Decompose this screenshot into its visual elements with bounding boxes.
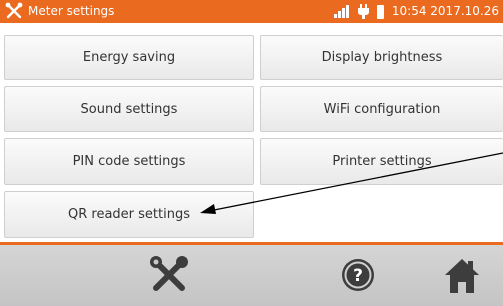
- plug-icon: [357, 4, 369, 19]
- clock: 10:54 2017.10.26: [391, 4, 499, 18]
- home-icon[interactable]: [444, 257, 480, 295]
- wifi-configuration-button[interactable]: WiFi configuration: [260, 86, 503, 132]
- sound-settings-button[interactable]: Sound settings: [4, 86, 254, 132]
- energy-saving-button[interactable]: Energy saving: [4, 35, 254, 80]
- svg-text:?: ?: [353, 266, 363, 286]
- tools-icon[interactable]: [4, 1, 24, 21]
- display-brightness-button[interactable]: Display brightness: [260, 35, 503, 80]
- top-bar: Meter settings 10:54 2017.10.26: [0, 0, 503, 23]
- help-icon[interactable]: ?: [340, 257, 376, 293]
- qr-reader-settings-button[interactable]: QR reader settings: [4, 191, 254, 238]
- signal-icon: [333, 5, 349, 18]
- printer-settings-button[interactable]: Printer settings: [260, 138, 503, 185]
- window-title: Meter settings: [28, 4, 115, 18]
- battery-icon: [376, 4, 384, 19]
- tools-icon[interactable]: [147, 253, 191, 297]
- pin-code-settings-button[interactable]: PIN code settings: [4, 138, 254, 185]
- status-area: 10:54 2017.10.26: [333, 4, 499, 19]
- footer-bar: ?: [0, 245, 503, 306]
